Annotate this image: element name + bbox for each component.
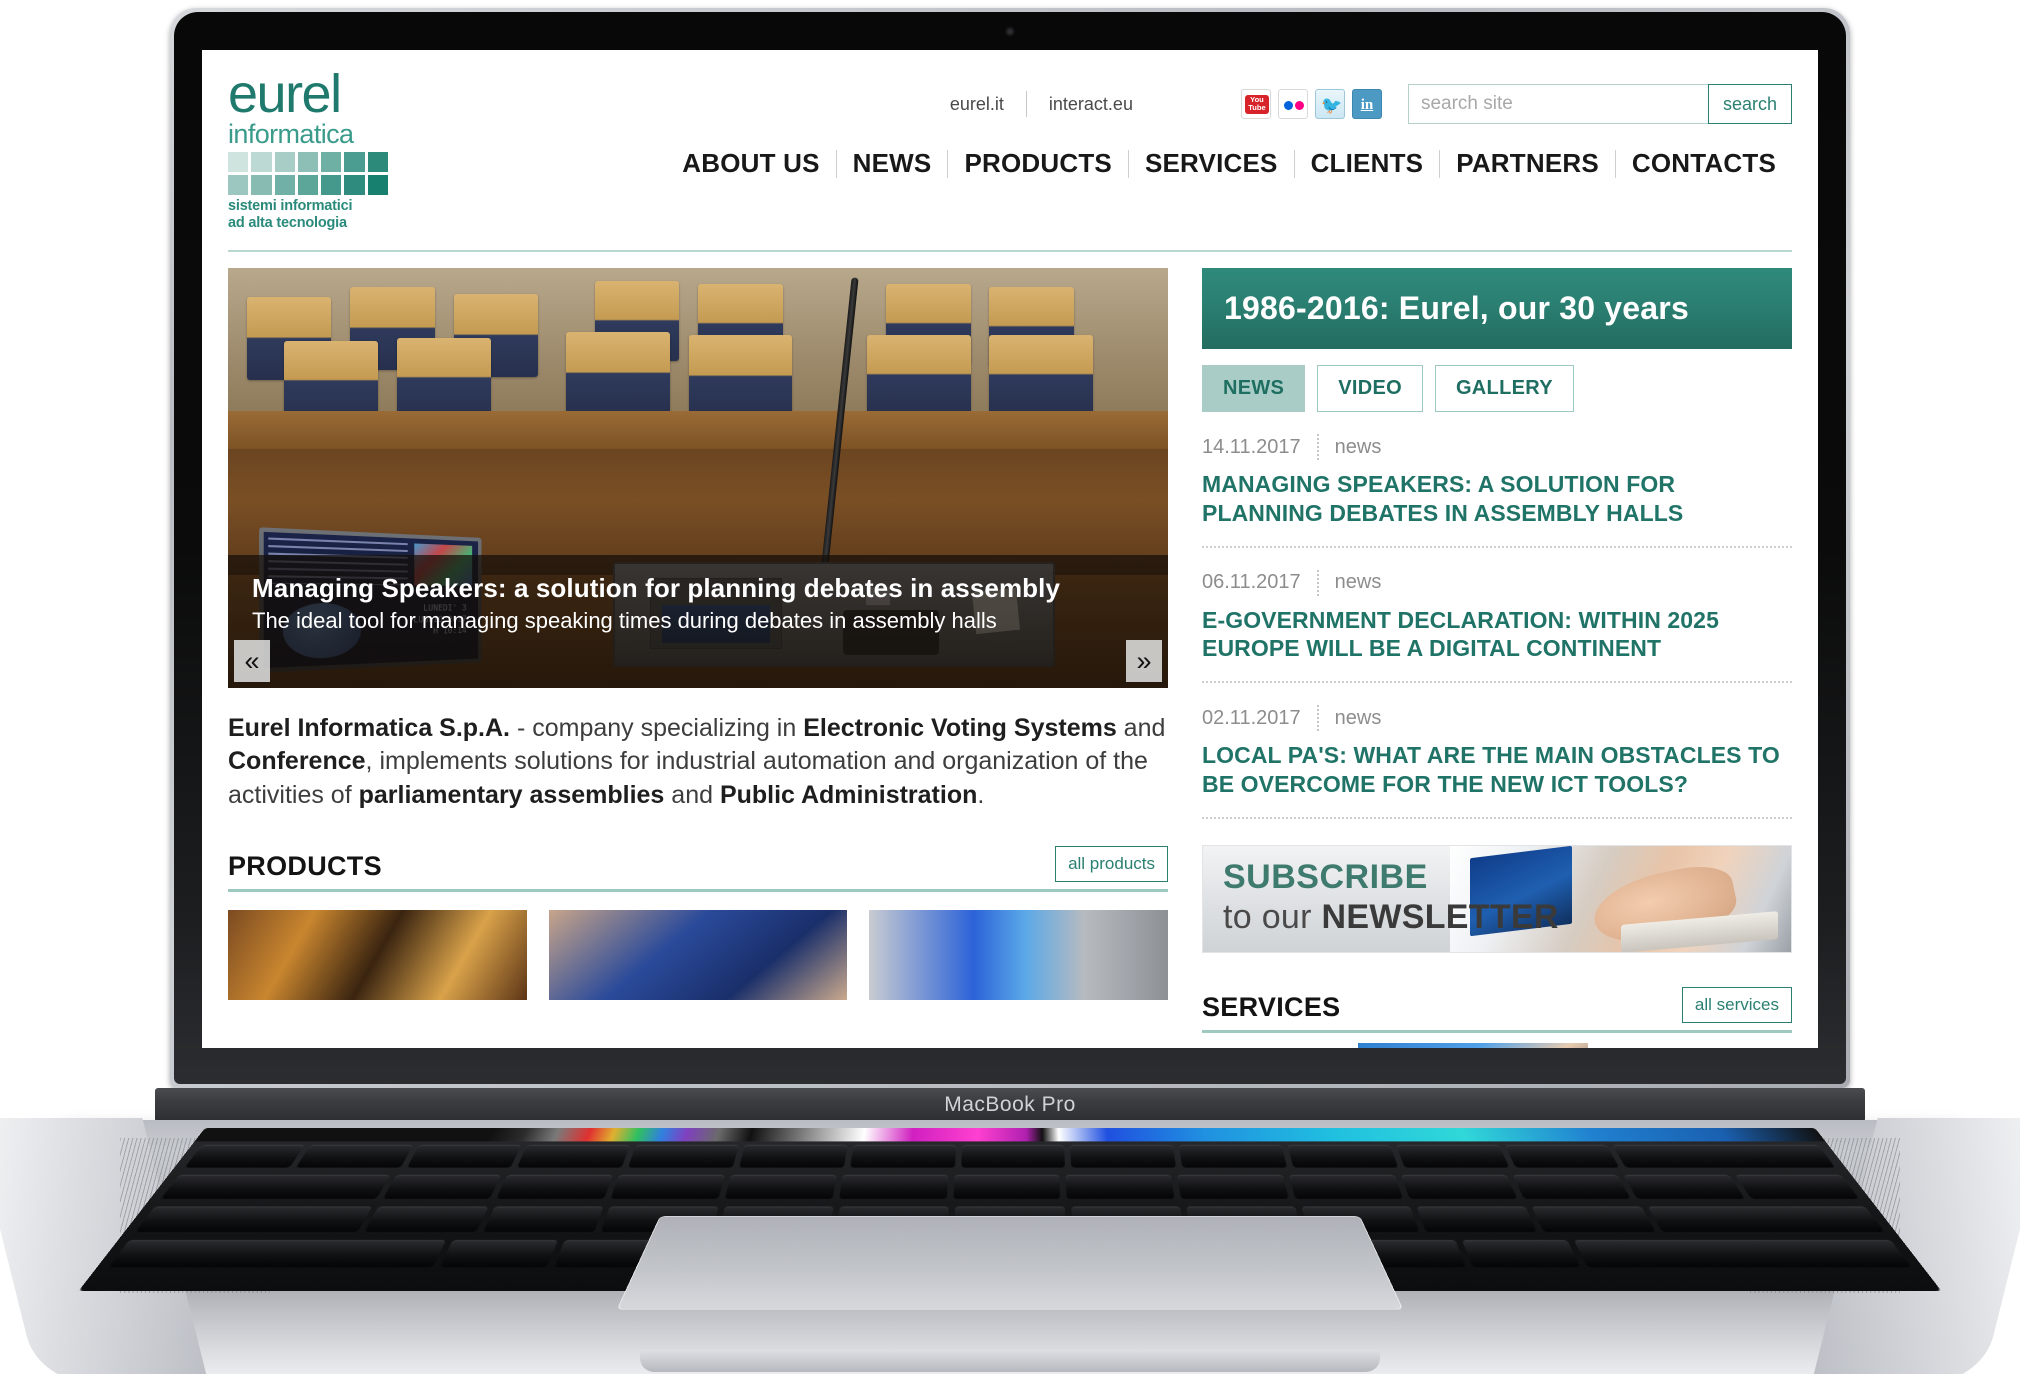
webcam-icon: [1006, 28, 1014, 35]
news-meta-divider: [1316, 569, 1319, 596]
hero-subtitle: The ideal tool for managing speaking tim…: [252, 608, 997, 633]
services-title: SERVICES: [1202, 991, 1341, 1022]
nav-item-news[interactable]: NEWS: [837, 148, 948, 179]
assembly-hall-background: [228, 268, 1168, 428]
twitter-icon[interactable]: 🐦: [1314, 89, 1345, 119]
logo-subword: informatica: [228, 118, 354, 149]
intro-highlight-conference: Conference: [228, 747, 366, 776]
linkedin-icon[interactable]: in: [1351, 89, 1382, 119]
intro-company-name: Eurel Informatica S.p.A.: [228, 714, 511, 742]
news-date: 06.11.2017: [1202, 571, 1301, 593]
device-model-label: MacBook Pro: [944, 1093, 1076, 1116]
newsletter-banner[interactable]: SUBSCRIBE to our NEWSLETTER: [1202, 844, 1792, 953]
news-date: 14.11.2017: [1202, 435, 1301, 458]
logo-wordmark: eurel: [228, 64, 342, 124]
youtube-icon[interactable]: You Tube: [1240, 89, 1271, 119]
logo-checker-graphic: [228, 152, 388, 196]
laptop-front-edge: [640, 1350, 1380, 1372]
news-category: news: [1334, 435, 1382, 458]
social-links: You Tube 🐦 in: [1240, 89, 1382, 119]
intro-highlight-pa: Public Administration: [719, 780, 978, 809]
product-thumbnail[interactable]: [548, 909, 848, 1000]
flickr-icon[interactable]: [1277, 89, 1308, 119]
tab-gallery[interactable]: GALLERY: [1434, 365, 1574, 412]
laptop-lid: eurel informatica sistemi informatici ad…: [170, 8, 1850, 1088]
utility-link-eurel-it[interactable]: eurel.it: [928, 94, 1026, 115]
hero-caption: Managing Speakers: a solution for planni…: [228, 555, 1168, 688]
sidebar-column: 1986-2016: Eurel, our 30 years NEWS VIDE…: [1202, 268, 1792, 1048]
logo-tagline-2: ad alta tecnologia: [228, 214, 347, 231]
laptop-hinge: MacBook Pro: [155, 1088, 1865, 1122]
news-meta: 14.11.2017 news: [1202, 434, 1792, 460]
header-rule: [228, 250, 1792, 252]
laptop-bezel: eurel informatica sistemi informatici ad…: [174, 12, 1846, 1084]
search-button[interactable]: search: [1707, 84, 1792, 124]
screenshot-stage: eurel informatica sistemi informatici ad…: [0, 0, 2020, 1374]
page-columns: LUNEDI' 3 LUGLIO 2017 H 10:14 Managi: [228, 268, 1792, 1048]
tab-news[interactable]: NEWS: [1202, 365, 1306, 412]
newsletter-line-2: to our NEWSLETTER: [1223, 900, 1559, 934]
intro-paragraph: Eurel Informatica S.p.A. - company speci…: [228, 712, 1168, 812]
nav-item-clients[interactable]: CLIENTS: [1295, 148, 1440, 179]
news-title[interactable]: MANAGING SPEAKERS: A SOLUTION FOR PLANNI…: [1202, 470, 1792, 528]
intro-text-2: and: [1116, 714, 1166, 742]
hall-rail: [228, 410, 1168, 449]
products-title: PRODUCTS: [228, 850, 382, 881]
nav-item-partners[interactable]: PARTNERS: [1440, 148, 1615, 179]
laptop-screen: eurel informatica sistemi informatici ad…: [202, 50, 1818, 1048]
news-meta-divider: [1316, 434, 1319, 460]
news-title[interactable]: LOCAL PA'S: WHAT ARE THE MAIN OBSTACLES …: [1202, 741, 1792, 799]
site-search: search: [1407, 84, 1792, 124]
news-meta-divider: [1316, 705, 1319, 731]
newsletter-line-2-word: NEWSLETTER: [1321, 897, 1559, 936]
all-services-button[interactable]: all services: [1681, 986, 1792, 1023]
news-list-item[interactable]: 06.11.2017 news E-GOVERNMENT DECLARATION…: [1202, 548, 1792, 683]
hero-next-button[interactable]: »: [1126, 640, 1162, 682]
search-input[interactable]: [1407, 84, 1708, 124]
news-category: news: [1334, 706, 1382, 729]
news-meta: 02.11.2017 news: [1202, 705, 1792, 731]
intro-text-5: .: [977, 780, 985, 809]
news-date: 02.11.2017: [1202, 706, 1301, 729]
tab-video[interactable]: VIDEO: [1317, 365, 1423, 412]
anniversary-banner[interactable]: 1986-2016: Eurel, our 30 years: [1202, 268, 1792, 349]
main-navigation: ABOUT US NEWS PRODUCTS SERVICES CLIENTS: [666, 148, 1792, 179]
nav-item-services[interactable]: SERVICES: [1129, 148, 1294, 179]
nav-item-about-us[interactable]: ABOUT US: [666, 148, 835, 179]
product-thumbnail[interactable]: [228, 909, 527, 1000]
header-right: eurel.it interact.eu You Tube 🐦 in searc…: [396, 62, 1792, 179]
trackpad[interactable]: [616, 1216, 1404, 1310]
site-logo[interactable]: eurel informatica sistemi informatici ad…: [228, 62, 396, 231]
product-thumbnails: [228, 909, 1169, 1000]
all-products-button[interactable]: all products: [1055, 845, 1168, 882]
utility-link-interact-eu[interactable]: interact.eu: [1027, 94, 1155, 115]
intro-text-1: - company specializing in: [510, 714, 804, 742]
news-list-item[interactable]: 02.11.2017 news LOCAL PA'S: WHAT ARE THE…: [1202, 683, 1792, 819]
intro-text-4: and: [664, 780, 720, 809]
laptop-base: MacBook Pro: [0, 1020, 2020, 1374]
news-title[interactable]: E-GOVERNMENT DECLARATION: WITHIN 2025 EU…: [1202, 606, 1792, 664]
product-thumbnail[interactable]: [869, 909, 1169, 1000]
newsletter-line-1: SUBSCRIBE: [1223, 857, 1428, 896]
news-category: news: [1334, 571, 1382, 593]
intro-highlight-voting: Electronic Voting Systems: [803, 714, 1117, 742]
utility-bar: eurel.it interact.eu You Tube 🐦 in searc…: [928, 84, 1792, 124]
newsletter-line-2-prefix: to our: [1223, 897, 1322, 936]
hero-prev-button[interactable]: «: [234, 640, 270, 682]
hero-title: Managing Speakers: a solution for planni…: [252, 573, 1061, 603]
logo-tagline-1: sistemi informatici: [228, 198, 353, 215]
newsletter-text: SUBSCRIBE to our NEWSLETTER: [1223, 860, 1559, 934]
hero-slider[interactable]: LUNEDI' 3 LUGLIO 2017 H 10:14 Managi: [228, 268, 1168, 688]
news-meta: 06.11.2017 news: [1202, 569, 1792, 596]
touch-bar[interactable]: [194, 1128, 1826, 1142]
news-list-item[interactable]: 14.11.2017 news MANAGING SPEAKERS: A SOL…: [1202, 412, 1792, 548]
main-column: LUNEDI' 3 LUGLIO 2017 H 10:14 Managi: [228, 268, 1169, 1048]
nav-item-contacts[interactable]: CONTACTS: [1616, 148, 1792, 179]
site-header: eurel informatica sistemi informatici ad…: [228, 50, 1792, 236]
intro-highlight-assemblies: parliamentary assemblies: [358, 780, 665, 809]
website-root: eurel informatica sistemi informatici ad…: [202, 50, 1818, 1048]
sidebar-tabs: NEWS VIDEO GALLERY: [1202, 365, 1792, 412]
nav-item-products[interactable]: PRODUCTS: [948, 148, 1128, 179]
products-section-header: PRODUCTS all products: [228, 845, 1168, 892]
